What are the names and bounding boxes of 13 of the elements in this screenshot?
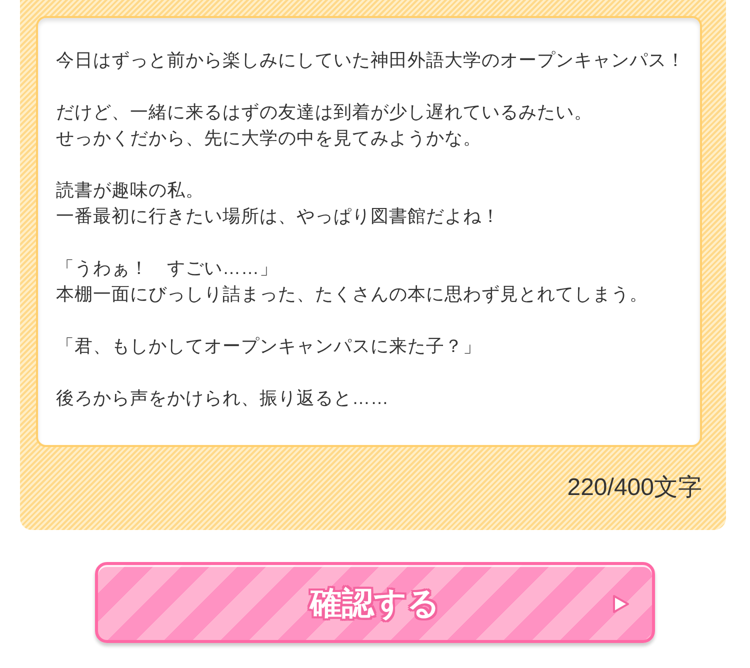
story-text-line: 今日はずっと前から楽しみにしていた神田外語大学のオープンキャンパス！ xyxy=(56,49,685,72)
story-text-line: 読書が趣味の私。 xyxy=(56,179,204,202)
story-text-field[interactable] xyxy=(36,16,702,447)
play-triangle-icon xyxy=(612,594,630,614)
story-text-line: 一番最初に行きたい場所は、やっぱり図書館だよね！ xyxy=(56,205,500,228)
story-text-line: だけど、一緒に来るはずの友達は到着が少し遅れているみたい。 xyxy=(56,101,592,124)
story-text-line: 本棚一面にびっしり詰まった、たくさんの本に思わず見とれてしまう。 xyxy=(56,283,648,306)
story-text-line: 「君、もしかしてオープンキャンパスに来た子？」 xyxy=(56,335,482,358)
story-text-line: 「うわぁ！ すごい……」 xyxy=(56,257,278,280)
confirm-button[interactable]: 確認する xyxy=(95,562,655,643)
story-text-line: せっかくだから、先に大学の中を見てみようかな。 xyxy=(56,127,482,150)
character-count: 220/400文字 xyxy=(567,476,702,500)
story-text-line: 後ろから声をかけられ、振り返ると…… xyxy=(56,387,389,410)
